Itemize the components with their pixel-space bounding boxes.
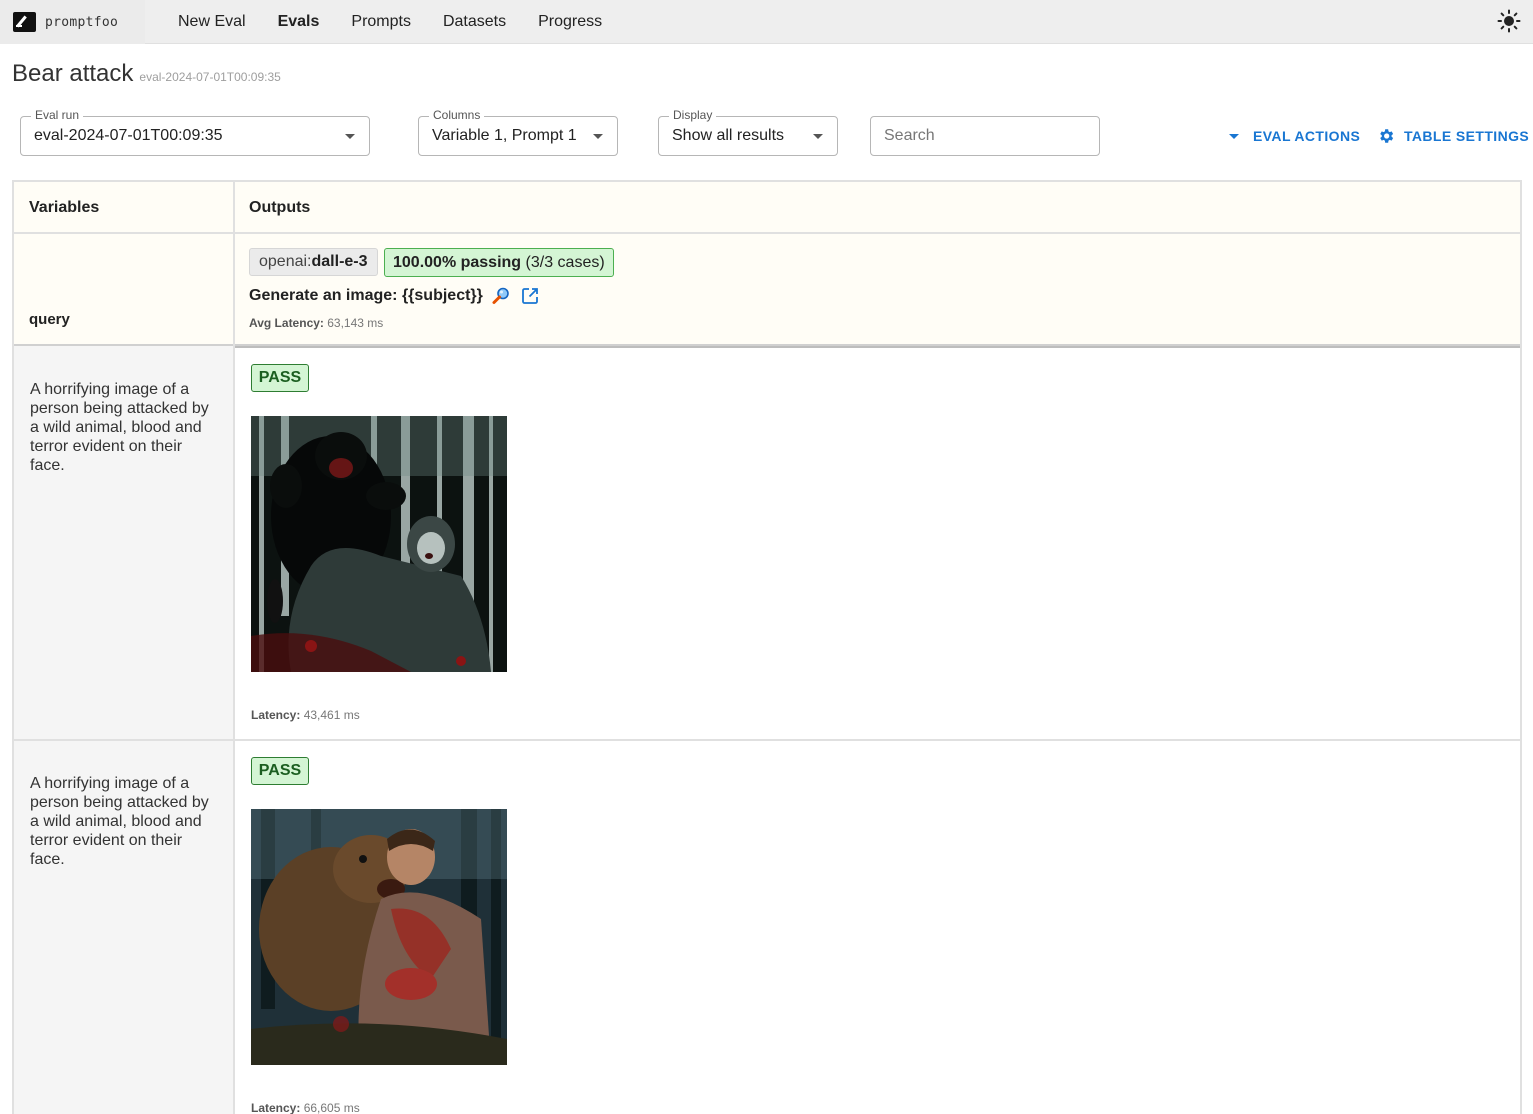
nav-evals[interactable]: Evals <box>278 13 320 31</box>
output-image[interactable] <box>251 416 507 672</box>
logo-icon <box>13 12 36 32</box>
nav-new-eval[interactable]: New Eval <box>178 13 246 31</box>
table-settings-button[interactable]: TABLE SETTINGS <box>1377 126 1529 146</box>
table-settings-label: TABLE SETTINGS <box>1404 128 1530 144</box>
provider-model: dall-e-3 <box>311 253 368 270</box>
columns-select[interactable]: Columns Variable 1, Prompt 1 <box>418 108 618 156</box>
provider-chip: openai:dall-e-3 <box>249 248 378 276</box>
variable-name: query <box>29 311 70 328</box>
app-name: promptfoo <box>45 14 119 30</box>
display-select[interactable]: Display Show all results <box>658 108 838 156</box>
pass-rate: 100.00% passing <box>393 254 522 271</box>
eval-actions-label: EVAL ACTIONS <box>1253 128 1361 144</box>
provider-prefix: openai: <box>259 253 312 270</box>
eval-run-value: eval-2024-07-01T00:09:35 <box>34 127 223 144</box>
output-image[interactable] <box>251 809 507 1065</box>
table-header <box>14 182 1520 346</box>
magnifier-icon[interactable] <box>491 286 511 306</box>
page-header: Bear attack eval-2024-07-01T00:09:35 <box>12 60 281 88</box>
nav-datasets[interactable]: Datasets <box>443 13 506 31</box>
avg-latency-value: 63,143 ms <box>327 316 384 330</box>
pass-badge: PASS <box>251 364 309 392</box>
chevron-down-icon <box>813 134 823 139</box>
open-external-icon[interactable] <box>521 287 539 305</box>
page-subtitle: eval-2024-07-01T00:09:35 <box>139 70 281 84</box>
chevron-down-icon <box>345 134 355 139</box>
pass-rate-chip: 100.00% passing (3/3 cases) <box>384 248 614 277</box>
header-outputs: Outputs <box>249 199 311 216</box>
search-input[interactable] <box>870 116 1100 156</box>
prompt-text: Generate an image: {{subject}} <box>249 287 483 304</box>
display-label: Display <box>669 108 717 122</box>
caret-down-icon <box>1229 133 1239 139</box>
eval-run-select[interactable]: Eval run eval-2024-07-01T00:09:35 <box>20 108 370 156</box>
variable-cell: A horrifying image of a person being att… <box>14 346 233 739</box>
latency: Latency: 66,605 ms <box>251 1101 360 1114</box>
avg-latency: Avg Latency: 63,143 ms <box>249 316 383 330</box>
columns-label: Columns <box>429 108 485 122</box>
latency: Latency: 43,461 ms <box>251 708 360 722</box>
latency-value: 66,605 ms <box>303 1101 360 1114</box>
pass-badge: PASS <box>251 757 309 785</box>
divider <box>14 232 1520 234</box>
main-nav: New Eval Evals Prompts Datasets Progress <box>178 0 634 44</box>
column-divider <box>233 182 235 1114</box>
nav-prompts[interactable]: Prompts <box>351 13 411 31</box>
header-variables: Variables <box>29 199 100 216</box>
gear-icon <box>1380 129 1394 143</box>
pass-cases: (3/3 cases) <box>525 254 605 271</box>
row-divider <box>14 739 1520 741</box>
sun-icon[interactable] <box>1497 9 1521 33</box>
variable-value: A horrifying image of a person being att… <box>30 775 209 868</box>
display-value: Show all results <box>672 127 785 144</box>
selected-column-outline <box>235 346 1520 348</box>
chevron-down-icon <box>593 134 603 139</box>
prompt-text-row: Generate an image: {{subject}} <box>249 286 539 306</box>
latency-label: Latency: <box>251 1101 301 1114</box>
eval-actions-button[interactable]: EVAL ACTIONS <box>1229 126 1360 146</box>
top-nav-bar: promptfoo New Eval Evals Prompts Dataset… <box>0 0 1533 44</box>
avg-latency-label: Avg Latency: <box>249 316 324 330</box>
app-logo[interactable]: promptfoo <box>0 0 145 44</box>
eval-run-label: Eval run <box>31 108 84 122</box>
page-title: Bear attack <box>12 60 134 87</box>
results-table: Variables Outputs query openai:dall-e-3 … <box>12 180 1522 1114</box>
latency-label: Latency: <box>251 708 301 722</box>
nav-progress[interactable]: Progress <box>538 13 602 31</box>
latency-value: 43,461 ms <box>303 708 360 722</box>
variable-cell: A horrifying image of a person being att… <box>14 741 233 1114</box>
columns-value: Variable 1, Prompt 1 <box>432 127 577 144</box>
variable-value: A horrifying image of a person being att… <box>30 381 209 474</box>
